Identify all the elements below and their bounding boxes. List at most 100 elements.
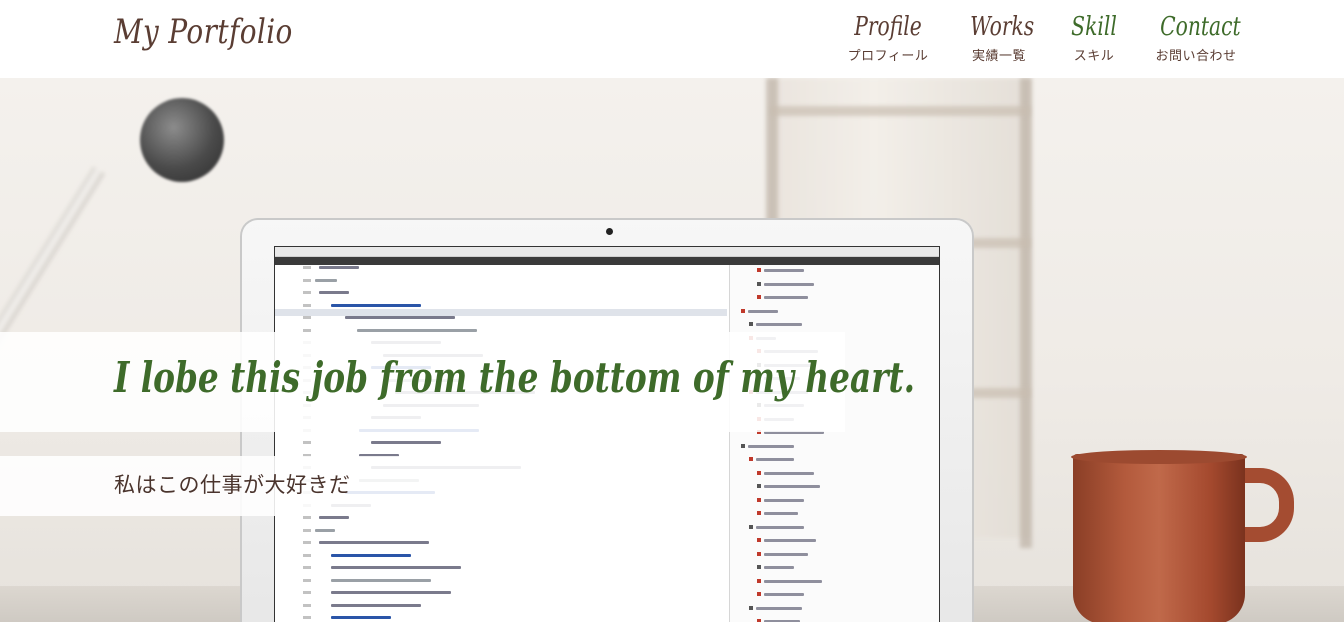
nav-sublabel-works: 実績一覧 [971,49,1026,64]
line-number [303,516,311,519]
file-icon [757,497,761,502]
line-number [303,603,311,607]
code-editor-pane [275,265,727,622]
code-token [319,541,429,544]
code-token [319,291,349,294]
main-nav: Profile プロフィール Works 実績一覧 Skill スキル Cont… [0,10,1344,70]
background-shelf [770,106,1030,116]
file-icon [749,457,753,461]
code-token [331,616,391,619]
code-line [275,565,727,571]
site-header: My Portfolio Profile プロフィール Works 実績一覧 S… [0,0,1344,78]
nav-item-works[interactable]: Works 実績一覧 [962,10,1036,65]
laptop-screen [274,246,940,622]
code-line [275,278,727,284]
code-token [331,603,421,607]
file-icon [757,281,761,286]
code-line [275,578,727,584]
line-number [303,591,311,594]
file-icon [741,443,745,448]
tree-item [764,485,820,488]
file-icon [757,592,761,596]
hero-section: I lobe this job from the bottom of my he… [0,78,1344,622]
file-icon [757,565,761,569]
code-line [275,303,727,309]
tree-item [764,282,814,286]
code-token [331,303,421,307]
line-number [303,278,311,282]
tree-item [764,566,794,569]
code-token [315,278,337,282]
line-number [303,616,311,619]
nav-label-profile: Profile [854,12,922,42]
file-icon [757,470,761,475]
camera-icon [606,228,613,235]
nav-sublabel-contact: お問い合わせ [1155,49,1237,64]
code-line [275,440,727,446]
project-tree-pane [729,265,939,622]
tree-item [756,525,804,529]
code-token [371,441,441,444]
code-line [275,290,727,296]
nav-label-skill: Skill [1071,12,1117,42]
coffee-mug-icon [1073,454,1245,622]
file-icon [757,551,761,556]
code-line [275,590,727,596]
code-token [331,566,461,569]
nav-item-profile[interactable]: Profile プロフィール [842,10,934,65]
nav-sublabel-skill: スキル [1073,49,1115,64]
nav-sublabel-profile: プロフィール [847,49,929,64]
file-icon [757,268,761,272]
tree-item [764,269,804,272]
tree-item [748,309,778,313]
file-icon [757,578,761,583]
nav-label-works: Works [970,12,1035,42]
file-icon [757,538,761,542]
line-number [303,291,311,294]
nav-item-skill[interactable]: Skill スキル [1064,10,1124,65]
code-token [331,591,451,594]
hero-subtitle: 私はこの仕事が大好きだ [114,473,351,497]
tree-item [748,444,794,448]
tree-item [756,458,794,461]
line-number [303,578,311,582]
tree-item [764,579,822,583]
line-number [303,303,311,307]
code-token [319,516,349,519]
code-token [345,316,455,319]
editor-titlebar [275,257,939,265]
tree-item [756,606,802,610]
desk-lamp-icon [140,98,224,182]
line-number [303,553,311,557]
code-token [319,266,359,269]
nav-item-contact[interactable]: Contact お問い合わせ [1150,10,1242,65]
file-icon [749,605,753,610]
code-line [275,315,727,321]
file-icon [749,322,753,326]
tree-item [764,471,814,475]
file-icon [741,308,745,313]
code-line [275,540,727,546]
code-line [275,265,727,271]
tree-item [764,512,798,515]
file-icon [757,511,761,515]
code-line [275,603,727,609]
file-icon [749,524,753,529]
background-shelf-post [1020,78,1032,548]
file-icon [757,484,761,488]
line-number [303,441,311,444]
line-number [303,541,311,544]
tree-item [764,552,808,556]
line-number [303,316,311,319]
code-line [275,553,727,559]
code-line [275,615,727,621]
nav-label-contact: Contact [1160,12,1241,42]
code-token [315,528,335,532]
tree-item [756,323,802,326]
line-number [303,528,311,532]
code-line [275,528,727,534]
tree-item [764,539,816,542]
editor-menubar [275,247,939,257]
hero-tagline: I lobe this job from the bottom of my he… [114,353,915,402]
line-number [303,566,311,569]
